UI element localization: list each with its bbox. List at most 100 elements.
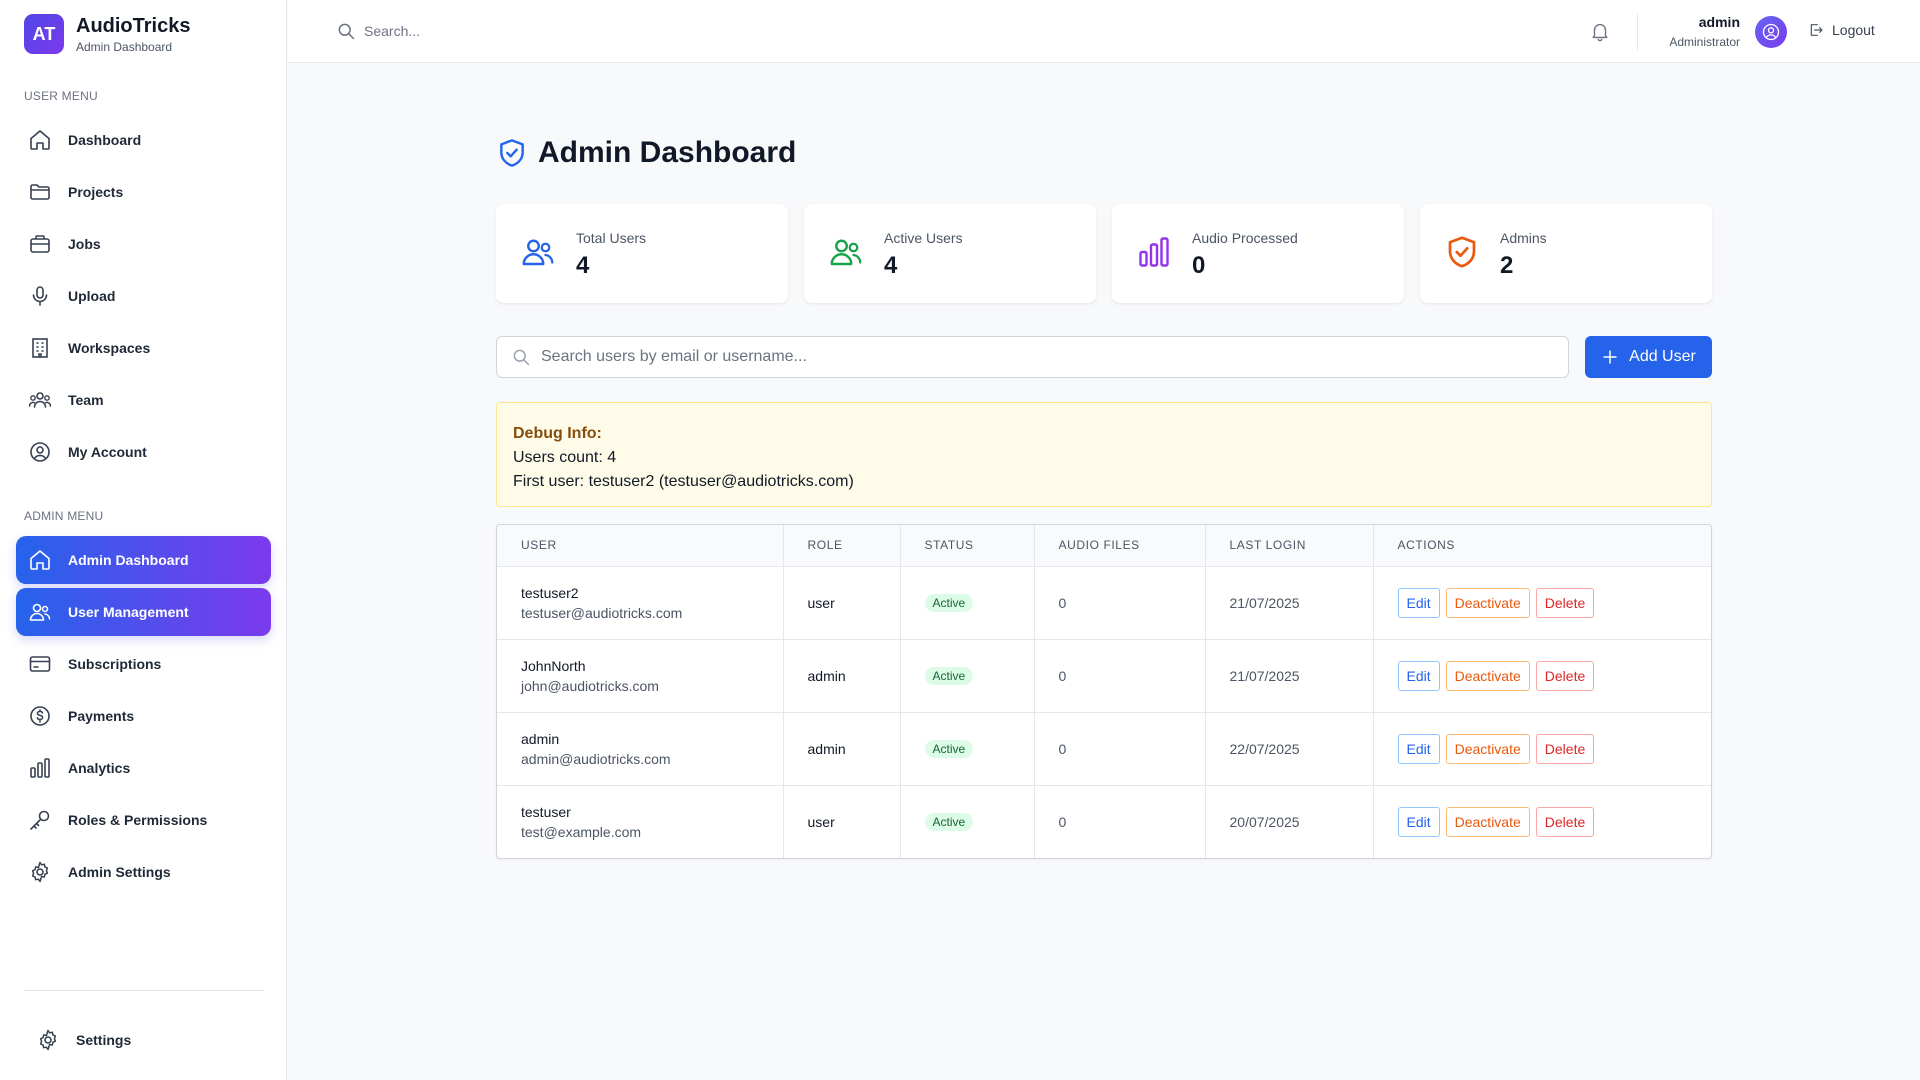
dollar-icon [28,704,52,728]
sidebar-item-projects[interactable]: Projects [16,168,271,216]
stat-value: 4 [884,252,898,279]
sidebar-item-label: Analytics [68,760,131,776]
cell-status: Active [900,712,1035,786]
sidebar-item-admin-settings[interactable]: Admin Settings [16,848,271,896]
cell-last-login: 21/07/2025 [1205,566,1374,640]
edit-button[interactable]: Edit [1397,733,1440,764]
sidebar-item-label: My Account [68,444,147,460]
table-row: JohnNorth john@audiotricks.com admin Act… [497,639,1711,713]
deactivate-button[interactable]: Deactivate [1445,806,1530,837]
stat-label: Total Users [576,230,647,246]
sidebar-item-payments[interactable]: Payments [16,692,271,740]
brand-name: AudioTricks [76,14,191,37]
folder-icon [28,180,52,204]
cell-audio-files: 0 [1034,639,1206,713]
sidebar-item-settings[interactable]: Settings [36,1028,131,1052]
cell-user: testuser2 testuser@audiotricks.com [497,566,784,640]
plus-icon [1601,348,1619,366]
cell-audio-files: 0 [1034,566,1206,640]
sidebar-item-label: Projects [68,184,124,200]
credit-card-icon [28,652,52,676]
sidebar-item-my-account[interactable]: My Account [16,428,271,476]
bell-icon[interactable] [1589,20,1611,42]
stat-label: Audio Processed [1192,230,1298,246]
users-icon [828,234,864,270]
deactivate-button[interactable]: Deactivate [1445,587,1530,618]
edit-button[interactable]: Edit [1397,587,1440,618]
user-email-cell: john@audiotricks.com [521,677,659,694]
avatar[interactable] [1755,16,1787,48]
stat-card-total-users: Total Users 4 [496,204,788,303]
bar-chart-icon [28,756,52,780]
debug-users-count: Users count: 4 [513,449,617,466]
sidebar-item-label: Jobs [68,236,101,252]
sidebar-item-label: Admin Dashboard [68,552,189,568]
sidebar-item-dashboard[interactable]: Dashboard [16,116,271,164]
deactivate-button[interactable]: Deactivate [1445,733,1530,764]
bar-chart-icon [1136,234,1172,270]
sidebar-item-roles-permissions[interactable]: Roles & Permissions [16,796,271,844]
sidebar-item-workspaces[interactable]: Workspaces [16,324,271,372]
user-name-cell: testuser2 [521,584,579,601]
user-name-cell: admin [521,730,560,747]
cell-user: JohnNorth john@audiotricks.com [497,639,784,713]
delete-button[interactable]: Delete [1535,806,1595,837]
column-header-last-login: LAST LOGIN [1205,525,1374,567]
cell-actions: Edit Deactivate Delete [1373,566,1711,640]
user-name: admin [1698,14,1740,30]
deactivate-button[interactable]: Deactivate [1445,660,1530,691]
global-search [336,21,664,41]
cell-actions: Edit Deactivate Delete [1373,639,1711,713]
delete-button[interactable]: Delete [1535,660,1595,691]
sidebar-item-label: Workspaces [68,340,151,356]
cell-audio-files: 0 [1034,712,1206,786]
logout-button[interactable]: Logout [1808,22,1875,38]
table-row: testuser2 testuser@audiotricks.com user … [497,566,1711,640]
add-user-button[interactable]: Add User [1585,336,1712,378]
edit-button[interactable]: Edit [1397,660,1440,691]
shield-check-icon [1444,234,1480,270]
sidebar: AT AudioTricks Admin Dashboard USER MENU… [0,0,287,1080]
delete-button[interactable]: Delete [1535,587,1595,618]
sidebar-item-label: Subscriptions [68,656,162,672]
cell-user: testuser test@example.com [497,785,784,858]
table-row: testuser test@example.com user Active 0 … [497,785,1711,858]
sidebar-item-analytics[interactable]: Analytics [16,744,271,792]
sidebar-item-admin-dashboard[interactable]: Admin Dashboard [16,536,271,584]
table-header-row: USER ROLE STATUS AUDIO FILES LAST LOGIN … [497,525,1711,567]
sidebar-item-user-management[interactable]: User Management [16,588,271,636]
cell-actions: Edit Deactivate Delete [1373,785,1711,858]
stat-label: Admins [1500,230,1547,246]
admin-menu: Admin Dashboard User Management Subscrip… [16,536,271,900]
briefcase-icon [28,232,52,256]
page-title-text: Admin Dashboard [538,136,797,169]
user-search-input[interactable] [541,348,1541,366]
column-header-status: STATUS [900,525,1035,567]
gear-icon [28,860,52,884]
global-search-input[interactable] [364,23,664,39]
sidebar-item-upload[interactable]: Upload [16,272,271,320]
sidebar-item-jobs[interactable]: Jobs [16,220,271,268]
delete-button[interactable]: Delete [1535,733,1595,764]
sidebar-item-subscriptions[interactable]: Subscriptions [16,640,271,688]
sidebar-item-label: Settings [76,1032,132,1048]
microphone-icon [28,284,52,308]
user-circle-icon [28,440,52,464]
sidebar-item-label: Upload [68,288,116,304]
gear-icon [36,1028,60,1052]
debug-title: Debug Info: [513,425,602,442]
cell-role: admin [783,639,901,713]
sidebar-divider [24,990,264,991]
sidebar-item-label: Roles & Permissions [68,812,208,828]
table-row: admin admin@audiotricks.com admin Active… [497,712,1711,786]
edit-button[interactable]: Edit [1397,806,1440,837]
stat-card-admins: Admins 2 [1420,204,1712,303]
team-icon [28,388,52,412]
search-icon [511,347,531,367]
sidebar-item-label: Dashboard [68,132,142,148]
building-icon [28,336,52,360]
sidebar-item-team[interactable]: Team [16,376,271,424]
brand[interactable]: AT AudioTricks Admin Dashboard [24,14,190,54]
debug-panel: Debug Info: Users count: 4 First user: t… [496,402,1712,507]
stat-value: 4 [576,252,590,279]
